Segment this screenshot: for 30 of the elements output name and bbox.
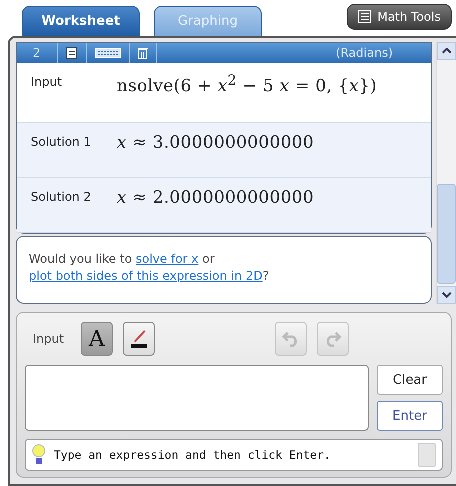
text-mode-button[interactable]: A xyxy=(81,322,113,356)
suggestion-text: Would you like to solve for x or plot both sides of this expression in 2D? xyxy=(29,251,270,285)
tab[interactable]: Worksheet xyxy=(22,6,140,36)
angle-mode: (Radians) xyxy=(336,46,393,60)
lightbulb-icon xyxy=(32,444,46,466)
math-expression: nsolve(6 + x$^{2}$ − 5 x = 0, {x}) xyxy=(117,73,378,99)
notepad-icon[interactable] xyxy=(66,46,78,60)
keyboard-icon[interactable] xyxy=(94,48,121,58)
row-label: Solution 1 xyxy=(31,134,92,151)
pen-icon xyxy=(129,328,149,350)
undo-icon xyxy=(282,330,300,348)
expression-input[interactable] xyxy=(25,365,369,431)
list-icon xyxy=(358,10,372,24)
hint-text: Type an expression and then click Enter. xyxy=(54,448,331,462)
enter-button[interactable]: Enter xyxy=(377,401,443,431)
suggestion-link[interactable]: solve for x xyxy=(136,252,199,266)
scrollbar[interactable] xyxy=(436,42,456,304)
row-label: Input xyxy=(31,74,64,91)
row-label: Solution 2 xyxy=(31,189,92,206)
math-expression: x ≈ 3.0000000000000 xyxy=(117,133,314,155)
redo-icon xyxy=(324,330,342,348)
input-label: Input xyxy=(32,332,66,346)
scroll-thumb[interactable] xyxy=(437,184,456,284)
suggestion-link[interactable]: plot both sides of this expression in 2D xyxy=(29,269,263,283)
pen-mode-button[interactable] xyxy=(123,322,155,356)
trash-icon[interactable] xyxy=(138,46,148,60)
math-tools-button[interactable]: Math Tools xyxy=(346,4,452,30)
clear-button[interactable]: Clear xyxy=(377,365,443,395)
entry-number: 2 xyxy=(32,46,42,60)
math-expression: x ≈ 2.0000000000000 xyxy=(117,188,314,210)
